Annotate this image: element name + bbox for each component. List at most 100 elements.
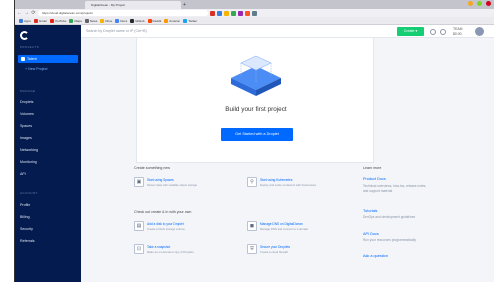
- sidebar-item-profile[interactable]: Profile: [20, 203, 30, 207]
- extension-icon[interactable]: [224, 10, 229, 16]
- bookmark-item[interactable]: YouTube: [49, 18, 67, 23]
- balance: $0.00: [453, 31, 462, 36]
- bookmark-label: Docs: [120, 18, 128, 23]
- reload-icon[interactable]: ⟳: [31, 10, 36, 16]
- learn-section-heading: Learn more: [363, 166, 382, 170]
- bookmark-favicon-icon: [33, 18, 38, 23]
- bookmark-favicon-icon: [84, 18, 89, 23]
- help-icon[interactable]: [430, 29, 436, 35]
- bookmark-item[interactable]: Gmail: [33, 18, 47, 23]
- bookmark-item[interactable]: News: [84, 18, 97, 23]
- browser-toolbar: ← → ⟳ https://cloud.digitalocean.com/pro…: [15, 9, 494, 17]
- browser-tab[interactable]: DigitalOcean - My Project: [85, 1, 181, 9]
- forward-icon[interactable]: →: [24, 10, 29, 16]
- account-team-label[interactable]: TEAM $0.00: [453, 27, 462, 36]
- extension-icon[interactable]: [217, 10, 222, 16]
- tile-description: Make an on-demand copy of Droplets: [147, 250, 194, 254]
- bookmark-label: Reddit: [152, 18, 162, 23]
- bookmark-label: Gmail: [38, 18, 47, 23]
- sidebar-projects-heading: PROJECTS: [20, 45, 40, 49]
- avatar[interactable]: [475, 27, 484, 36]
- sidebar-item-networking[interactable]: Networking: [20, 148, 38, 152]
- new-tab-button[interactable]: +: [183, 2, 186, 8]
- digitalocean-logo-icon[interactable]: [20, 31, 29, 40]
- api-docs-link[interactable]: API Docs: [363, 232, 379, 236]
- sidebar-item-droplets[interactable]: Droplets: [20, 100, 33, 104]
- ask-question-link[interactable]: Ask a question: [363, 254, 388, 258]
- explore-tile-volume[interactable]: ▤ Add a disk to your Droplet Create a blo…: [134, 221, 242, 237]
- explore-tile-firewall[interactable]: ⛨ Secure your Droplets Create a cloud fir…: [247, 244, 355, 260]
- bookmark-item[interactable]: Drive: [100, 18, 112, 23]
- bookmark-label: Maps: [74, 18, 82, 23]
- sidebar-item-spaces[interactable]: Spaces: [20, 124, 32, 128]
- extension-icon[interactable]: [245, 10, 250, 16]
- tile-description: Manage DNS and connect to a domain: [260, 227, 309, 231]
- sidebar-item-api[interactable]: API: [20, 172, 26, 176]
- sidebar-item-monitoring[interactable]: Monitoring: [20, 160, 37, 164]
- sidebar-account-heading: ACCOUNT: [20, 191, 38, 195]
- team-name: TEAM: [453, 27, 463, 31]
- notifications-icon[interactable]: [440, 29, 446, 35]
- bookmark-label: YouTube: [54, 18, 67, 23]
- dns-icon: ◼: [247, 221, 257, 231]
- explore-tile-dns[interactable]: ◼ Manage DNS on DigitalOcean Manage DNS a…: [247, 221, 355, 237]
- bookmark-item[interactable]: Maps: [69, 18, 82, 23]
- create-button[interactable]: Create ▾: [397, 27, 424, 36]
- explore-section-heading: Check out create & in with your own: [134, 210, 192, 214]
- create-tile-spaces[interactable]: ▣ Start using Spaces Deliver data with sc…: [134, 177, 242, 193]
- empty-state-title: Build your first project: [225, 106, 287, 113]
- sidebar-item-volumes[interactable]: Volumes: [20, 112, 34, 116]
- bookmark-favicon-icon: [147, 18, 152, 23]
- address-bar[interactable]: https://cloud.digitalocean.com/projects: [38, 10, 208, 16]
- bookmark-favicon-icon: [69, 18, 74, 23]
- project-icon: [21, 57, 25, 61]
- create-tile-kubernetes[interactable]: ⚲ Start using Kubernetes Deploy and scale…: [247, 177, 355, 193]
- bookmark-favicon-icon: [49, 18, 54, 23]
- tile-title: Start using Kubernetes: [260, 178, 293, 182]
- tile-title: Take a snapshot: [147, 245, 171, 249]
- snapshot-icon: ⊡: [134, 244, 144, 254]
- new-project-link[interactable]: + New Project: [25, 67, 47, 71]
- bookmark-item[interactable]: Docs: [115, 18, 128, 23]
- sidebar-item-billing[interactable]: Billing: [20, 215, 30, 219]
- product-docs-description: Technical overviews, how-tos, release no…: [363, 184, 427, 194]
- explore-tile-snapshot[interactable]: ⊡ Take a snapshot Make an on-demand copy …: [134, 244, 242, 260]
- spaces-icon: ▣: [134, 177, 144, 187]
- extension-icon[interactable]: [252, 10, 257, 16]
- search-input[interactable]: Search by Droplet name or IP (Ctrl+B): [86, 29, 147, 33]
- browser-window: DigitalOcean - My Project + ← → ⟳ https:…: [14, 0, 494, 282]
- product-docs-link[interactable]: Product Docs: [363, 177, 386, 181]
- tile-title: Start using Spaces: [147, 178, 174, 182]
- back-icon[interactable]: ←: [17, 10, 22, 16]
- bookmark-item[interactable]: Reddit: [147, 18, 162, 23]
- sidebar-item-images[interactable]: Images: [20, 136, 32, 140]
- bookmark-favicon-icon: [183, 18, 188, 23]
- close-window-button[interactable]: [486, 1, 491, 6]
- bookmark-item[interactable]: Apps: [19, 18, 31, 23]
- bookmark-label: Amazon: [169, 18, 181, 23]
- tile-description: Deploy and scale containers with Kuberne…: [260, 183, 316, 187]
- sidebar-item-referrals[interactable]: Referrals: [20, 239, 35, 243]
- firewall-icon: ⛨: [247, 244, 257, 254]
- bookmark-favicon-icon: [19, 18, 23, 23]
- minimize-button[interactable]: [468, 1, 473, 6]
- bookmark-item[interactable]: Twitter: [183, 18, 198, 23]
- tutorials-link[interactable]: Tutorials: [363, 209, 377, 213]
- bookmark-favicon-icon: [115, 18, 120, 23]
- extension-icon[interactable]: [210, 10, 215, 16]
- main-content: Search by Droplet name or IP (Ctrl+B) Cr…: [81, 25, 494, 282]
- bookmarks-bar: Apps Gmail YouTube Maps News Drive Docs GitHub R…: [15, 17, 494, 25]
- bookmark-label: Apps: [24, 18, 31, 23]
- extension-icons: [210, 10, 257, 16]
- bookmark-label: Twitter: [188, 18, 198, 23]
- bookmark-item[interactable]: Amazon: [164, 18, 181, 23]
- maximize-button[interactable]: [477, 1, 482, 6]
- extension-icon[interactable]: [231, 10, 236, 16]
- tile-description: Create a cloud firewall: [260, 250, 288, 254]
- tutorials-description: DevOps and development guidelines: [363, 215, 416, 219]
- get-started-droplet-button[interactable]: Get Started with a Droplet: [221, 128, 293, 141]
- extension-icon[interactable]: [238, 10, 243, 16]
- sidebar-item-security[interactable]: Security: [20, 227, 33, 231]
- sidebar-item-selected-project[interactable]: Talent: [18, 55, 78, 63]
- bookmark-item[interactable]: GitHub: [130, 18, 145, 23]
